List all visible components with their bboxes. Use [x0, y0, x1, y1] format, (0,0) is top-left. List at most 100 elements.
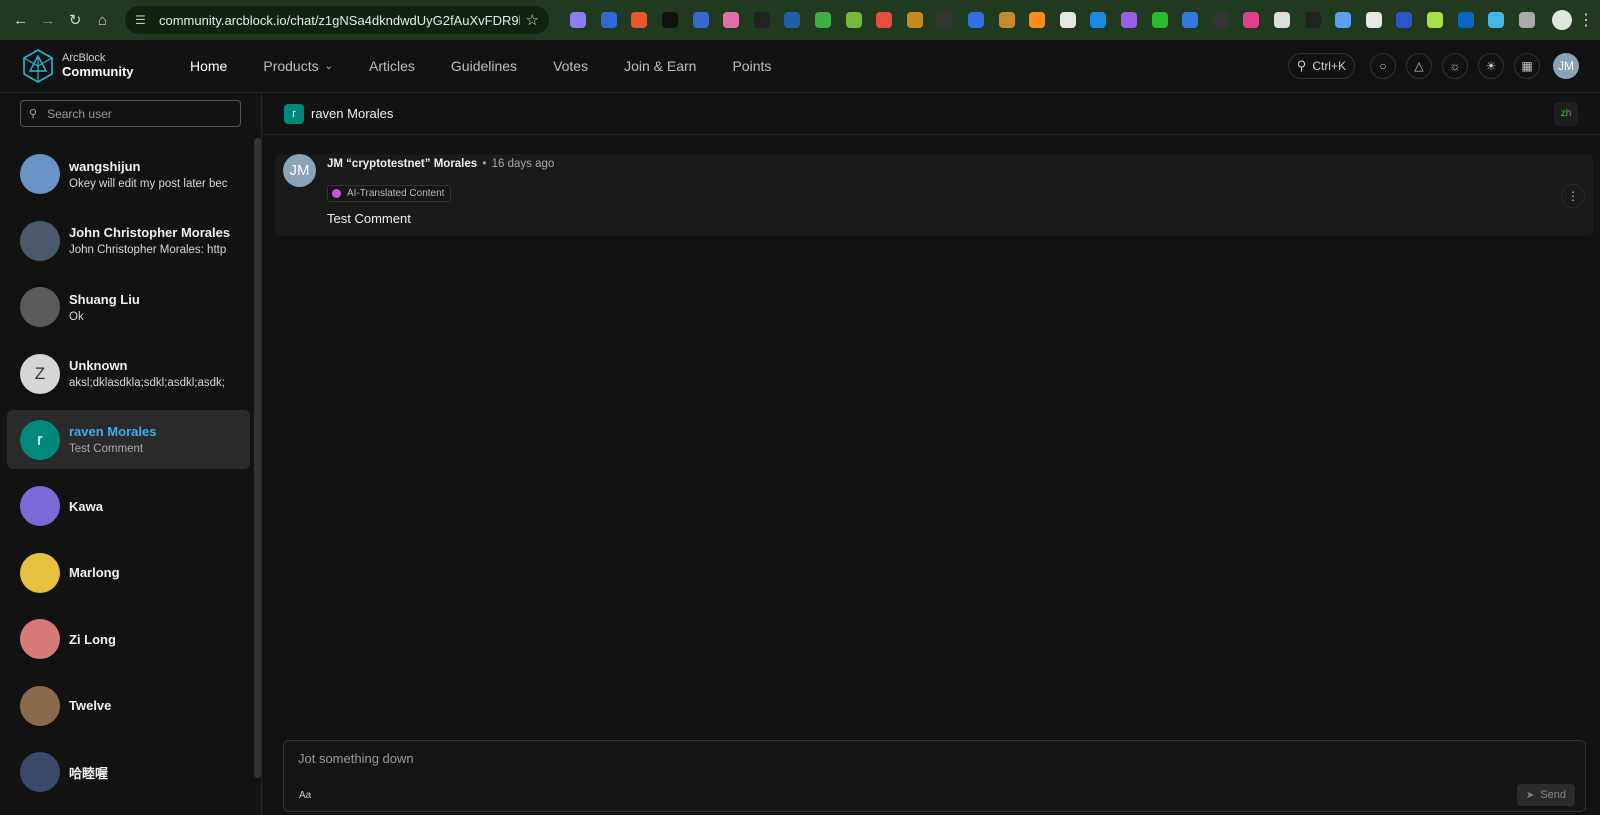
browser-profile-icon[interactable]	[1552, 10, 1572, 30]
global-search-button[interactable]: ⚲ Ctrl+K	[1287, 53, 1355, 79]
nav-home[interactable]: Home	[172, 40, 245, 93]
extension-icon[interactable]	[845, 12, 862, 28]
theme-toggle-icon[interactable]: ☀	[1478, 53, 1504, 79]
nav-join-earn[interactable]: Join & Earn	[606, 40, 714, 93]
address-bar[interactable]: ☰ community.arcblock.io/chat/z1gNSa4dknd…	[125, 6, 549, 34]
send-icon: ➤	[1525, 789, 1535, 801]
contact-item[interactable]: Shuang Liu Ok	[7, 274, 250, 341]
extension-icon[interactable]	[815, 12, 832, 28]
extension-icon[interactable]	[1518, 12, 1535, 28]
extension-icon[interactable]	[1243, 12, 1260, 28]
extension-icon[interactable]	[1120, 12, 1137, 28]
globe-icon[interactable]: ☼	[1442, 53, 1468, 79]
contact-avatar	[20, 685, 60, 726]
apps-grid-icon[interactable]: ▦	[1514, 53, 1540, 79]
contact-item[interactable]: Kawa	[7, 473, 250, 540]
chat-partner-avatar: r	[284, 103, 304, 124]
user-search[interactable]: ⚲	[20, 100, 241, 127]
extension-icon[interactable]	[1335, 12, 1352, 28]
nav-products[interactable]: Products ⌄	[245, 40, 351, 93]
message-author-avatar[interactable]: JM	[283, 154, 316, 187]
contact-item[interactable]: Twelve	[7, 673, 250, 740]
contact-item[interactable]: 哈睦喔	[7, 739, 250, 806]
extension-icon[interactable]	[1029, 12, 1046, 28]
user-avatar[interactable]: JM	[1553, 53, 1579, 79]
contact-preview: John Christopher Morales: http	[69, 244, 227, 257]
extension-icon[interactable]	[631, 12, 648, 28]
extension-icon[interactable]	[723, 12, 740, 28]
search-user-input[interactable]	[47, 106, 228, 121]
contact-item[interactable]: Zi Long	[7, 606, 250, 673]
forward-icon[interactable]: →	[35, 6, 60, 34]
extension-icon[interactable]	[1273, 12, 1290, 28]
translate-icon[interactable]: zh	[1554, 101, 1578, 126]
bell-icon[interactable]: △	[1406, 53, 1432, 79]
contact-item[interactable]: Z Unknown aksl;dklasdkla;sdkl;asdkl;asdk;	[7, 341, 250, 408]
extension-icon[interactable]	[1090, 12, 1107, 28]
contact-item[interactable]: wangshijun Okey will edit my post later b…	[7, 141, 250, 208]
extension-icon[interactable]	[1151, 12, 1168, 28]
extension-icon[interactable]	[1396, 12, 1413, 28]
sidebar-scrollbar[interactable]	[254, 138, 261, 778]
arcblock-logo[interactable]: ArcBlock Community	[21, 49, 151, 83]
send-button[interactable]: ➤ Send	[1517, 784, 1575, 806]
chat-message: JM JM “cryptotestnet” Morales • 16 days …	[275, 154, 1593, 236]
chat-partner-name: raven Morales	[311, 106, 394, 121]
more-options-icon[interactable]: ⋮	[1561, 184, 1585, 208]
message-input[interactable]	[298, 751, 1398, 775]
message-body: Test Comment	[327, 211, 411, 226]
extension-icon[interactable]	[692, 12, 709, 28]
contact-avatar	[20, 486, 60, 527]
bookmark-star-icon[interactable]: ☆	[526, 11, 539, 29]
extension-icon[interactable]	[937, 12, 954, 28]
arcblock-logo-icon	[23, 49, 53, 83]
contact-item[interactable]: r raven Morales Test Comment	[7, 410, 250, 469]
extension-icon[interactable]	[968, 12, 985, 28]
extension-icon[interactable]	[998, 12, 1015, 28]
contact-preview: Okey will edit my post later bec	[69, 177, 228, 190]
extension-icon[interactable]	[1457, 12, 1474, 28]
extension-icon[interactable]	[1059, 12, 1076, 28]
send-label: Send	[1540, 789, 1567, 801]
chat-icon[interactable]: ○	[1370, 53, 1396, 79]
extension-icon[interactable]	[1212, 12, 1229, 28]
home-icon[interactable]: ⌂	[90, 6, 115, 34]
contact-avatar	[20, 619, 60, 660]
format-text-icon[interactable]: Aa	[299, 790, 311, 801]
extension-icon[interactable]	[600, 12, 617, 28]
message-author[interactable]: JM “cryptotestnet” Morales	[327, 158, 477, 170]
site-settings-icon[interactable]: ☰	[135, 13, 149, 27]
extension-icon[interactable]	[784, 12, 801, 28]
nav-articles[interactable]: Articles	[351, 40, 433, 93]
extension-icon[interactable]	[906, 12, 923, 28]
extension-icon[interactable]	[1488, 12, 1505, 28]
ai-translated-badge[interactable]: AI-Translated Content	[327, 185, 452, 202]
contact-item[interactable]: Marlong	[7, 540, 250, 607]
url-text[interactable]: community.arcblock.io/chat/z1gNSa4dkndwd…	[159, 13, 520, 28]
nav-guidelines[interactable]: Guidelines	[433, 40, 535, 93]
app-header: ArcBlock Community Home Products ⌄ Articl…	[0, 40, 1600, 93]
back-icon[interactable]: ←	[8, 6, 33, 34]
extension-icon[interactable]	[753, 12, 770, 28]
contact-avatar: r	[20, 419, 60, 460]
extension-icon[interactable]	[1304, 12, 1321, 28]
extension-icon[interactable]	[1426, 12, 1443, 28]
extension-icon[interactable]	[570, 12, 587, 28]
extension-icon[interactable]	[1365, 12, 1382, 28]
contact-name: Twelve	[69, 698, 112, 714]
nav-votes[interactable]: Votes	[535, 40, 606, 93]
reload-icon[interactable]: ↻	[63, 6, 88, 34]
contact-avatar	[20, 752, 60, 793]
nav-points[interactable]: Points	[714, 40, 789, 93]
contact-preview: Ok	[69, 310, 84, 323]
browser-menu-icon[interactable]: ⋮	[1578, 10, 1594, 30]
chat-sidebar: ⚲ wangshijun Okey will edit my post later…	[0, 93, 262, 815]
extension-icon[interactable]	[662, 12, 679, 28]
extension-icon[interactable]	[1182, 12, 1199, 28]
meta-separator: •	[482, 158, 487, 170]
contact-item[interactable]: John Christopher Morales John Christopher…	[7, 208, 250, 275]
contact-avatar: Z	[20, 353, 60, 394]
extension-icon[interactable]	[876, 12, 893, 28]
message-time: 16 days ago	[491, 158, 555, 170]
message-meta: JM “cryptotestnet” Morales • 16 days ago	[327, 158, 554, 170]
